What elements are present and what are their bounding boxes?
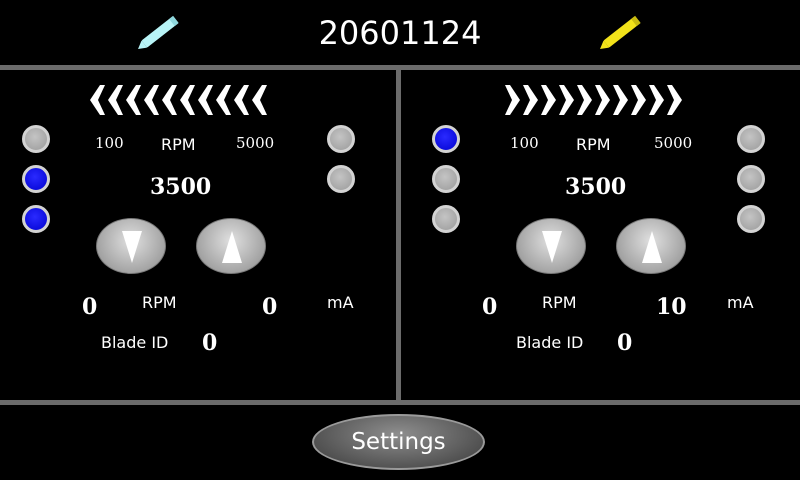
- left-direction-arrows: [78, 84, 278, 116]
- chevron-right-icon: [504, 85, 520, 115]
- center-divider: [396, 70, 401, 401]
- device-serial: 20601124: [318, 14, 482, 52]
- triangle-up-icon: [222, 231, 242, 263]
- chevron-left-icon: [215, 85, 231, 115]
- chevron-right-icon: [612, 85, 628, 115]
- right-blade-id: 0: [617, 330, 633, 356]
- chevron-left-icon: [197, 85, 213, 115]
- right-panel-led-1: [432, 125, 460, 153]
- left-decrease-button[interactable]: [96, 218, 166, 274]
- right-panel-led-2: [432, 165, 460, 193]
- left-current-unit: mA: [327, 293, 354, 312]
- left-increase-button[interactable]: [196, 218, 266, 274]
- left-panel-led-5: [327, 165, 355, 193]
- left-actual-rpm-label: RPM: [142, 293, 177, 312]
- right-panel-led-3: [432, 205, 460, 233]
- right-panel-led-4: [737, 125, 765, 153]
- chevron-left-icon: [107, 85, 123, 115]
- settings-button[interactable]: Settings: [312, 414, 485, 470]
- right-rpm-range-label: RPM: [576, 135, 611, 154]
- left-actual-rpm: 0: [82, 294, 98, 320]
- right-pen-icon: [600, 15, 641, 50]
- right-current-unit: mA: [727, 293, 754, 312]
- left-current: 0: [262, 294, 278, 320]
- triangle-up-icon: [642, 231, 662, 263]
- triangle-down-icon: [542, 231, 562, 263]
- bottom-divider: [0, 400, 800, 405]
- chevron-left-icon: [143, 85, 159, 115]
- left-rpm-setpoint: 3500: [150, 174, 212, 200]
- triangle-down-icon: [122, 231, 142, 263]
- left-rpm-range-label: RPM: [161, 135, 196, 154]
- chevron-right-icon: [558, 85, 574, 115]
- left-panel-led-4: [327, 125, 355, 153]
- chevron-right-icon: [540, 85, 556, 115]
- chevron-left-icon: [125, 85, 141, 115]
- chevron-right-icon: [522, 85, 538, 115]
- right-blade-id-label: Blade ID: [516, 333, 584, 352]
- left-rpm-max: 5000: [236, 134, 275, 152]
- left-blade-id-label: Blade ID: [101, 333, 169, 352]
- chevron-right-icon: [594, 85, 610, 115]
- chevron-left-icon: [233, 85, 249, 115]
- chevron-left-icon: [251, 85, 267, 115]
- right-direction-arrows: [493, 84, 693, 116]
- left-panel-led-1: [22, 125, 50, 153]
- left-panel-led-3: [22, 205, 50, 233]
- left-blade-id: 0: [202, 330, 218, 356]
- right-decrease-button[interactable]: [516, 218, 586, 274]
- chevron-right-icon: [630, 85, 646, 115]
- chevron-left-icon: [161, 85, 177, 115]
- right-increase-button[interactable]: [616, 218, 686, 274]
- right-panel-led-6: [737, 205, 765, 233]
- right-rpm-min: 100: [510, 134, 539, 152]
- chevron-right-icon: [666, 85, 682, 115]
- right-rpm-max: 5000: [654, 134, 693, 152]
- chevron-left-icon: [89, 85, 105, 115]
- right-rpm-setpoint: 3500: [565, 174, 627, 200]
- right-actual-rpm-label: RPM: [542, 293, 577, 312]
- right-actual-rpm: 0: [482, 294, 498, 320]
- left-rpm-min: 100: [95, 134, 124, 152]
- left-panel-led-2: [22, 165, 50, 193]
- right-panel-led-5: [737, 165, 765, 193]
- chevron-right-icon: [648, 85, 664, 115]
- right-current: 10: [656, 294, 687, 320]
- chevron-left-icon: [179, 85, 195, 115]
- chevron-right-icon: [576, 85, 592, 115]
